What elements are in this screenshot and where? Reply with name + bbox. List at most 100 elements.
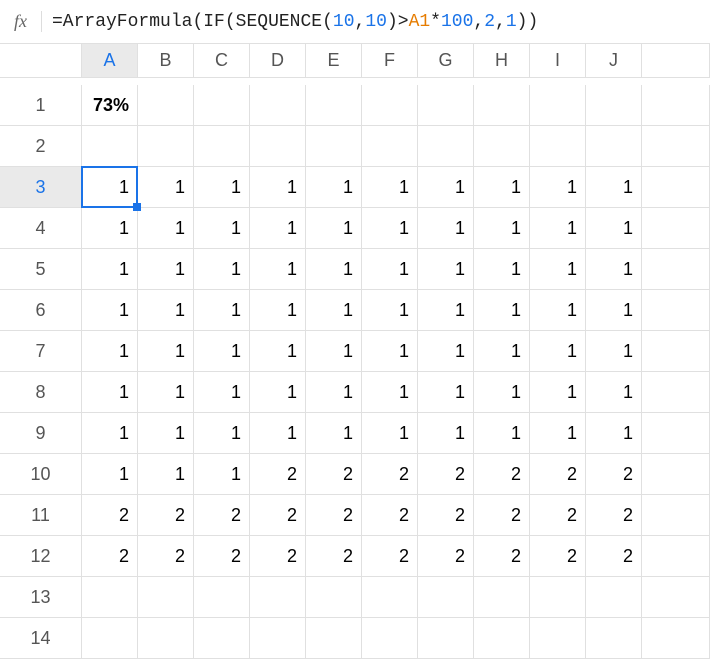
cell-J9[interactable]: 1 [586,413,642,454]
cell-B4[interactable]: 1 [138,208,194,249]
cell-C13[interactable] [194,577,250,618]
cell-D14[interactable] [250,618,306,659]
cell-F4[interactable]: 1 [362,208,418,249]
cell-J7[interactable]: 1 [586,331,642,372]
cell-J2[interactable] [586,126,642,167]
cell-G6[interactable]: 1 [418,290,474,331]
column-header-C[interactable]: C [194,44,250,78]
cell-B11[interactable]: 2 [138,495,194,536]
cell-H1[interactable] [474,85,530,126]
cell-D6[interactable]: 1 [250,290,306,331]
cell-F9[interactable]: 1 [362,413,418,454]
cell-H7[interactable]: 1 [474,331,530,372]
cell-G3[interactable]: 1 [418,167,474,208]
cell-I12[interactable]: 2 [530,536,586,577]
cell-B1[interactable] [138,85,194,126]
formula-input[interactable]: =ArrayFormula(IF(SEQUENCE(10,10)>A1*100,… [52,12,538,32]
cell-E4[interactable]: 1 [306,208,362,249]
cell-G5[interactable]: 1 [418,249,474,290]
cell-F2[interactable] [362,126,418,167]
row-header-13[interactable]: 13 [0,577,82,618]
cell-H6[interactable]: 1 [474,290,530,331]
cell-G13[interactable] [418,577,474,618]
cell-F10[interactable]: 2 [362,454,418,495]
cell-A1[interactable]: 73% [82,85,138,126]
cell-D8[interactable]: 1 [250,372,306,413]
cell-F14[interactable] [362,618,418,659]
cell-I14[interactable] [530,618,586,659]
cell-F11[interactable]: 2 [362,495,418,536]
cell-H14[interactable] [474,618,530,659]
row-header-12[interactable]: 12 [0,536,82,577]
cell-H4[interactable]: 1 [474,208,530,249]
cell-H5[interactable]: 1 [474,249,530,290]
cell-B13[interactable] [138,577,194,618]
cell-J6[interactable]: 1 [586,290,642,331]
cell-E8[interactable]: 1 [306,372,362,413]
cell-E7[interactable]: 1 [306,331,362,372]
row-header-5[interactable]: 5 [0,249,82,290]
row-header-10[interactable]: 10 [0,454,82,495]
cell-H2[interactable] [474,126,530,167]
cell-I13[interactable] [530,577,586,618]
cell-E14[interactable] [306,618,362,659]
cell-F5[interactable]: 1 [362,249,418,290]
cell-A14[interactable] [82,618,138,659]
cell-D10[interactable]: 2 [250,454,306,495]
column-header-D[interactable]: D [250,44,306,78]
cell-C9[interactable]: 1 [194,413,250,454]
cell-H12[interactable]: 2 [474,536,530,577]
cell-D11[interactable]: 2 [250,495,306,536]
cell-E6[interactable]: 1 [306,290,362,331]
cell-J4[interactable]: 1 [586,208,642,249]
cell-B8[interactable]: 1 [138,372,194,413]
cell-J12[interactable]: 2 [586,536,642,577]
cell-C5[interactable]: 1 [194,249,250,290]
row-header-2[interactable]: 2 [0,126,82,167]
cell-F8[interactable]: 1 [362,372,418,413]
cell-B12[interactable]: 2 [138,536,194,577]
row-header-6[interactable]: 6 [0,290,82,331]
cell-J5[interactable]: 1 [586,249,642,290]
cell-A13[interactable] [82,577,138,618]
cell-A3[interactable]: 1 [82,167,138,208]
cell-D13[interactable] [250,577,306,618]
row-header-1[interactable]: 1 [0,85,82,126]
cell-E5[interactable]: 1 [306,249,362,290]
cell-B6[interactable]: 1 [138,290,194,331]
cell-A7[interactable]: 1 [82,331,138,372]
cell-A8[interactable]: 1 [82,372,138,413]
cell-G7[interactable]: 1 [418,331,474,372]
cell-C2[interactable] [194,126,250,167]
cell-A11[interactable]: 2 [82,495,138,536]
row-header-8[interactable]: 8 [0,372,82,413]
cell-B7[interactable]: 1 [138,331,194,372]
cell-J11[interactable]: 2 [586,495,642,536]
row-header-3[interactable]: 3 [0,167,82,208]
cell-B5[interactable]: 1 [138,249,194,290]
row-header-14[interactable]: 14 [0,618,82,659]
cell-G14[interactable] [418,618,474,659]
row-header-4[interactable]: 4 [0,208,82,249]
cell-E13[interactable] [306,577,362,618]
cell-B14[interactable] [138,618,194,659]
cell-D5[interactable]: 1 [250,249,306,290]
cell-I7[interactable]: 1 [530,331,586,372]
cell-F3[interactable]: 1 [362,167,418,208]
cell-H3[interactable]: 1 [474,167,530,208]
cell-E3[interactable]: 1 [306,167,362,208]
cell-I5[interactable]: 1 [530,249,586,290]
cell-H9[interactable]: 1 [474,413,530,454]
column-header-J[interactable]: J [586,44,642,78]
cell-F6[interactable]: 1 [362,290,418,331]
cell-I6[interactable]: 1 [530,290,586,331]
cell-G8[interactable]: 1 [418,372,474,413]
cell-G11[interactable]: 2 [418,495,474,536]
cell-G9[interactable]: 1 [418,413,474,454]
cell-G4[interactable]: 1 [418,208,474,249]
cell-C10[interactable]: 1 [194,454,250,495]
cell-F7[interactable]: 1 [362,331,418,372]
cell-J14[interactable] [586,618,642,659]
cell-J8[interactable]: 1 [586,372,642,413]
cell-E10[interactable]: 2 [306,454,362,495]
